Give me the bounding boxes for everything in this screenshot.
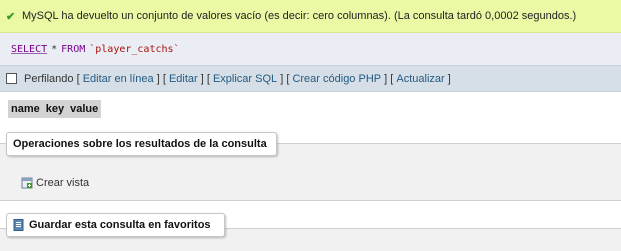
operations-legend-text: Operaciones sobre los resultados de la c… [13,138,267,150]
operations-legend: Operaciones sobre los resultados de la c… [6,132,277,156]
explain-sql-link[interactable]: Explicar SQL [213,73,277,85]
edit-link[interactable]: Editar [169,73,198,85]
query-toolbar: Perfilando [ Editar en línea ] [ Editar … [0,65,621,92]
sql-select-keyword[interactable]: SELECT [11,44,47,55]
create-php-code-link[interactable]: Crear código PHP [292,73,381,85]
column-header-value[interactable]: value [67,103,101,115]
sql-table-name: `player_catchs` [89,43,180,55]
results-header: name key value [8,100,102,118]
bookmark-icon [13,219,24,231]
profiling-label: Perfilando [24,72,74,85]
bookmark-legend-text: Guardar esta consulta en favoritos [29,219,211,231]
create-view-link[interactable]: Crear vista [21,177,89,189]
create-view-icon [21,177,33,189]
column-header-name[interactable]: name [8,103,43,115]
success-message: ✔ MySQL ha devuelto un conjunto de valor… [0,0,621,33]
sql-query: SELECT * FROM `player_catchs` [0,33,621,65]
sql-from-keyword: FROM [61,43,86,55]
success-text: MySQL ha devuelto un conjunto de valores… [22,10,577,22]
sql-star: * [51,43,58,55]
create-view-label: Crear vista [36,177,90,189]
edit-inline-link[interactable]: Editar en línea [83,73,154,85]
check-icon: ✔ [6,10,16,23]
column-header-key[interactable]: key [43,103,67,115]
bookmark-legend[interactable]: Guardar esta consulta en favoritos [6,213,225,237]
profiling-checkbox[interactable] [6,73,17,84]
refresh-link[interactable]: Actualizar [396,73,444,85]
